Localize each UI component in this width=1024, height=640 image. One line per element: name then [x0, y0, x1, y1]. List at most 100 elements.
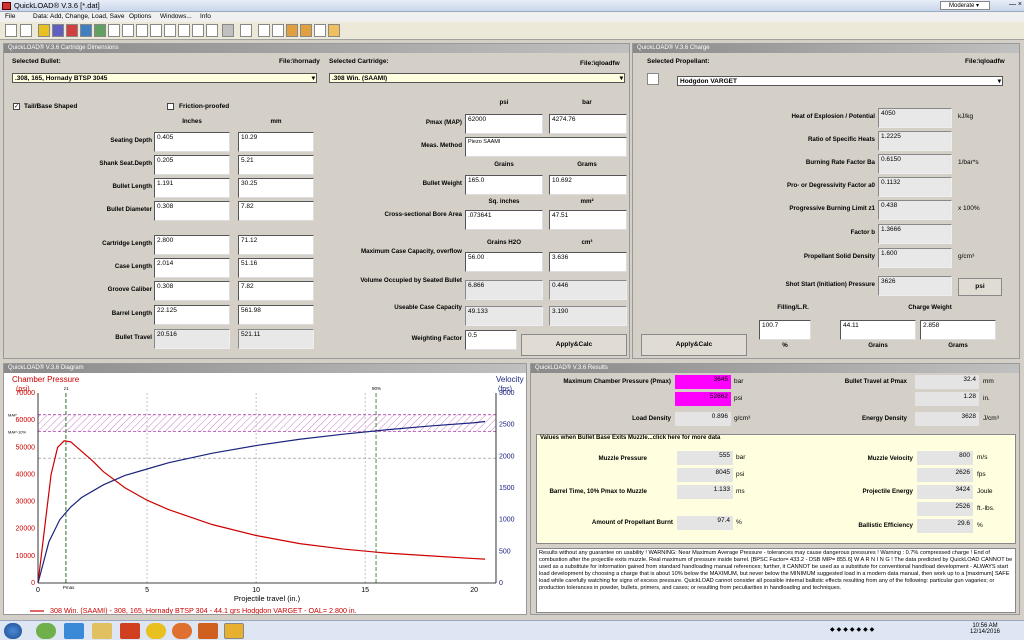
max-capacity-cm-field[interactable]: 3.636: [549, 252, 627, 272]
charge-apply-button[interactable]: Apply&Calc: [641, 334, 747, 356]
ie-icon[interactable]: [64, 623, 84, 639]
menu-info[interactable]: Info: [200, 13, 211, 20]
bullet-weight-g-field[interactable]: 10.692: [549, 175, 627, 195]
propellant-icon[interactable]: [647, 73, 659, 85]
toolbar-button-13[interactable]: [178, 24, 190, 37]
usable-capacity-gr-field: 49.133: [465, 306, 543, 326]
tail-checkbox[interactable]: ✓: [13, 103, 20, 110]
charge-row-field[interactable]: 0.438: [878, 200, 952, 220]
toolbar-button-10[interactable]: [136, 24, 148, 37]
charge-row-field[interactable]: 1.2225: [878, 131, 952, 151]
filling-field[interactable]: 100.7: [759, 320, 811, 340]
charge-row-field[interactable]: 1.600: [878, 248, 952, 268]
y2-axis-title: Velocity: [496, 375, 524, 384]
max-capacity-gr-field[interactable]: 56.00: [465, 252, 543, 272]
pmax-psi-field[interactable]: 62000: [465, 114, 543, 134]
shot-start-psi-button[interactable]: psi: [958, 278, 1002, 296]
toolbar-button-12[interactable]: [164, 24, 176, 37]
muzzle-values-header[interactable]: Values when Bullet Base Exits Muzzle...c…: [540, 435, 720, 441]
bore-area-mm-field[interactable]: 47.51: [549, 210, 627, 230]
psi-header: psi: [499, 99, 509, 106]
bullet-select[interactable]: .308, 165, Hornady BTSP 3045 ▾: [12, 73, 317, 83]
toolbar-button-9[interactable]: [122, 24, 134, 37]
cartridge-apply-button[interactable]: Apply&Calc: [521, 334, 627, 356]
pmax-bar-field[interactable]: 4274.76: [549, 114, 627, 134]
toolbar-button-21[interactable]: [300, 24, 312, 37]
toolbar-button-17[interactable]: [240, 24, 252, 37]
toolbar-button-6[interactable]: [80, 24, 92, 37]
toolbar-button-14[interactable]: [192, 24, 204, 37]
profile-dropdown[interactable]: Moderate ▾: [940, 1, 990, 10]
cart-row-mm-field[interactable]: 10.29: [238, 132, 314, 152]
window-controls[interactable]: — ×: [994, 1, 1022, 10]
folder-icon[interactable]: [92, 623, 112, 639]
tray-icons[interactable]: ◆◆◆◆◆◆◆: [830, 626, 898, 636]
cart-row-mm-field[interactable]: 30.25: [238, 178, 314, 198]
toolbar-button-1[interactable]: [5, 24, 17, 37]
cart-row-inches-field[interactable]: 0.405: [154, 132, 230, 152]
charge-weight-gr-field[interactable]: 44.11: [840, 320, 916, 340]
app-icon-2[interactable]: [198, 623, 218, 639]
cart-row-inches-field[interactable]: 2.014: [154, 258, 230, 278]
chrome-icon[interactable]: [146, 623, 166, 639]
quickload-taskbar-icon[interactable]: [224, 623, 244, 639]
clock[interactable]: 10:56 AM 12/14/2016: [960, 623, 1010, 635]
projectile-energy-ftlbs-value: 2526: [917, 502, 973, 516]
friction-checkbox[interactable]: [167, 103, 174, 110]
globe-icon[interactable]: [36, 623, 56, 639]
cart-row-inches-field[interactable]: 0.308: [154, 281, 230, 301]
app-icon-1[interactable]: [120, 623, 140, 639]
toolbar-button-2[interactable]: [20, 24, 32, 37]
cart-row-inches-field[interactable]: 0.205: [154, 155, 230, 175]
toolbar-button-8[interactable]: [108, 24, 120, 37]
toolbar-button-5[interactable]: [66, 24, 78, 37]
energy-density-label: Energy Density: [861, 415, 907, 422]
y2-tick-label: 2500: [499, 422, 515, 429]
propellant-select[interactable]: Hodgdon VARGET ▾: [677, 76, 1003, 86]
toolbar-button-19[interactable]: [272, 24, 284, 37]
cart-row-mm-field[interactable]: 7.82: [238, 201, 314, 221]
toolbar-button-4[interactable]: [52, 24, 64, 37]
cart-row-mm-field[interactable]: 71.12: [238, 235, 314, 255]
charge-row-field[interactable]: 3626: [878, 276, 952, 296]
cm3-header: cm³: [581, 239, 593, 246]
menu-data[interactable]: Data: Add, Change, Load, Save: [33, 13, 124, 20]
toolbar-button-22[interactable]: [314, 24, 326, 37]
toolbar-button-16[interactable]: [222, 24, 234, 37]
cart-row-mm-field[interactable]: 5.21: [238, 155, 314, 175]
cart-row-inches-field[interactable]: 0.308: [154, 201, 230, 221]
cart-row-inches-field[interactable]: 22.125: [154, 305, 230, 325]
cart-row-inches-field[interactable]: 1.191: [154, 178, 230, 198]
meas-method-field[interactable]: Piezo SAAMI: [465, 137, 627, 157]
toolbar-button-23[interactable]: [328, 24, 340, 37]
charge-row-field[interactable]: 1.3666: [878, 224, 952, 244]
cart-row-mm-field[interactable]: 7.82: [238, 281, 314, 301]
charge-weight-g-field[interactable]: 2.858: [920, 320, 996, 340]
charge-row-field[interactable]: 0.1132: [878, 177, 952, 197]
propellant-file-label: File:\qloadfw: [965, 58, 1005, 65]
firefox-icon[interactable]: [172, 623, 192, 639]
menu-file[interactable]: File: [5, 13, 15, 20]
menu-windows[interactable]: Windows...: [160, 13, 192, 20]
toolbar-button-7[interactable]: [94, 24, 106, 37]
muzzle-values-box[interactable]: Values when Bullet Base Exits Muzzle...c…: [536, 434, 1016, 544]
cart-row-mm-field[interactable]: 51.16: [238, 258, 314, 278]
cartridge-file-label: File:\qloadfw: [580, 60, 620, 67]
bullet-weight-gr-field[interactable]: 165.0: [465, 175, 543, 195]
volume-seated-gr-field: 6.866: [465, 280, 543, 300]
menu-options[interactable]: Options: [129, 13, 151, 20]
toolbar-button-15[interactable]: [206, 24, 218, 37]
toolbar-button-11[interactable]: [150, 24, 162, 37]
weighting-factor-label: Weighting Factor: [411, 335, 462, 342]
toolbar-button-20[interactable]: [286, 24, 298, 37]
cartridge-select[interactable]: .308 Win. (SAAMI) ▾: [329, 73, 625, 83]
cart-row-inches-field[interactable]: 2.800: [154, 235, 230, 255]
start-button[interactable]: [4, 623, 22, 639]
charge-row-field[interactable]: 0.6150: [878, 154, 952, 174]
bore-area-in-field[interactable]: .073641: [465, 210, 543, 230]
cart-row-mm-field[interactable]: 561.98: [238, 305, 314, 325]
weighting-factor-field[interactable]: 0.5: [465, 330, 517, 350]
charge-row-field[interactable]: 4050: [878, 108, 952, 128]
toolbar-button-18[interactable]: [258, 24, 270, 37]
toolbar-button-3[interactable]: [38, 24, 50, 37]
